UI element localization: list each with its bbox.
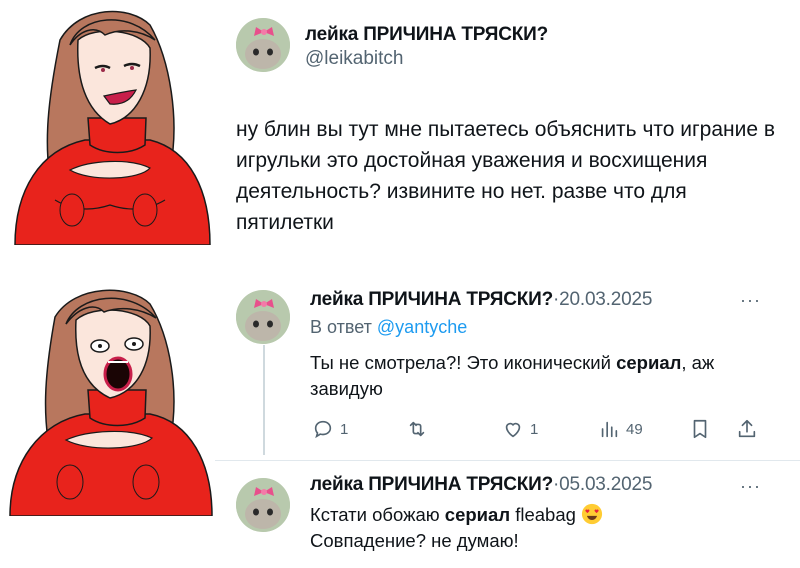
views-button[interactable]: 49 <box>598 418 643 440</box>
reply-to-line: В ответ @yantyche <box>310 317 467 338</box>
share-button[interactable] <box>736 418 758 440</box>
avatar[interactable] <box>236 290 290 344</box>
display-name[interactable]: лейка ПРИЧИНА ТРЯСКИ? <box>305 24 548 46</box>
retweet-button[interactable] <box>405 418 435 440</box>
display-name[interactable]: лейка ПРИЧИНА ТРЯСКИ? <box>310 474 553 495</box>
display-name[interactable]: лейка ПРИЧИНА ТРЯСКИ? <box>310 289 553 310</box>
text-line: Совпадение? не думаю! <box>310 530 519 551</box>
text-part: Кстати обожаю <box>310 504 445 525</box>
bookmark-button[interactable] <box>690 418 710 440</box>
more-options-icon[interactable]: ··· <box>740 290 761 311</box>
share-icon <box>738 419 756 438</box>
more-options-icon[interactable]: ··· <box>740 476 761 497</box>
reply-icon <box>314 420 332 439</box>
like-count: 1 <box>530 420 539 438</box>
avatar[interactable] <box>236 478 290 532</box>
views-icon <box>601 421 618 438</box>
reply-button[interactable]: 1 <box>312 418 348 440</box>
divider <box>215 460 800 461</box>
text-bold: сериал <box>444 504 511 525</box>
like-button[interactable]: 1 <box>502 418 538 440</box>
heart-eyes-emoji-icon <box>581 503 603 525</box>
reply-to-prefix: В ответ <box>310 317 372 337</box>
handle[interactable]: @leikabitch <box>305 48 404 70</box>
timestamp[interactable]: 20.03.2025 <box>559 289 652 310</box>
tweet-text: ну блин вы тут мне пытаетесь объяснить ч… <box>236 118 776 234</box>
text-part: Ты не смотрела?! Это иконический <box>310 352 617 373</box>
thread-line <box>263 345 265 455</box>
tweet-text: Ты не смотрела?! Это иконический сериал,… <box>310 350 770 402</box>
timestamp[interactable]: 05.03.2025 <box>559 474 652 495</box>
meme-figure-screaming <box>0 282 215 516</box>
meme-figure-smug <box>0 0 215 245</box>
text-bold: сериал <box>616 352 682 373</box>
text-part: fleabag <box>510 504 576 525</box>
tweet-text: Кстати обожаю сериал fleabag Совпадение?… <box>310 502 780 554</box>
retweet-icon <box>409 421 425 437</box>
text-line: Кстати обожаю сериал fleabag <box>310 502 780 528</box>
views-count: 49 <box>626 420 643 438</box>
heart-icon <box>505 422 521 438</box>
reply-to-handle[interactable]: @yantyche <box>377 317 467 337</box>
avatar[interactable] <box>236 18 290 72</box>
bookmark-icon <box>693 419 707 439</box>
reply-count: 1 <box>340 420 349 438</box>
